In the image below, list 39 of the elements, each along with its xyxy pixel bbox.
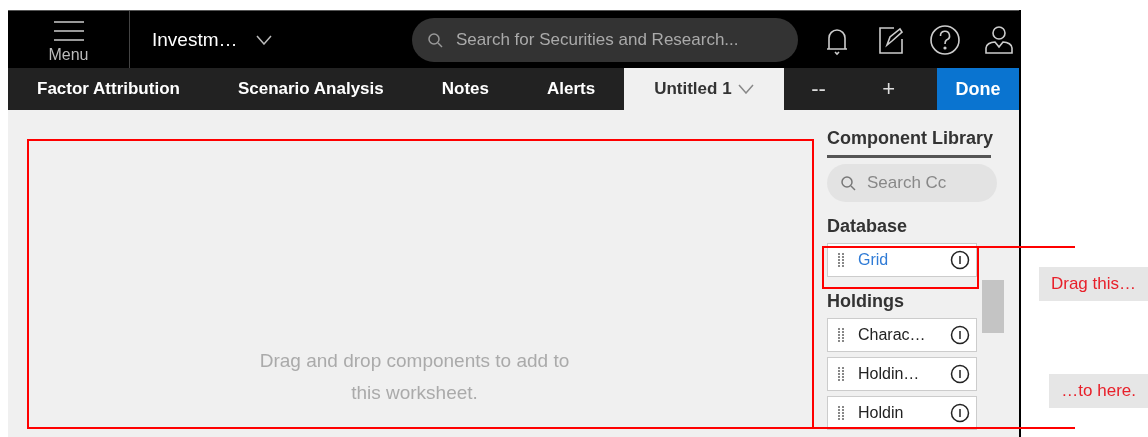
library-title: Component Library (827, 128, 991, 158)
grip-icon (838, 367, 844, 381)
component-item[interactable]: Holdin (827, 396, 977, 430)
info-icon[interactable] (950, 364, 970, 384)
scrollbar-thumb[interactable] (982, 280, 1004, 333)
add-tab-button[interactable]: + (853, 68, 924, 110)
empty-message: Drag and drop components to add to this worksheet. (258, 349, 571, 405)
help-icon[interactable] (928, 22, 962, 57)
callout-label: Drag this… (1038, 267, 1148, 301)
grip-icon (838, 328, 844, 342)
grip-icon (838, 253, 844, 267)
tab[interactable]: Notes (412, 68, 518, 110)
info-icon[interactable] (950, 250, 970, 270)
component-item[interactable]: Holdin… (827, 357, 977, 391)
component-label: Charac… (858, 326, 927, 344)
search-icon (428, 32, 443, 48)
section-title: Holdings (827, 291, 905, 312)
callout-label: …to here. (1049, 374, 1148, 408)
grip-icon (838, 406, 844, 420)
info-icon[interactable] (950, 325, 970, 345)
search-icon (841, 176, 856, 191)
component-label: Holdin (858, 404, 905, 422)
library-search-field[interactable]: Search Cc (827, 164, 997, 202)
chevron-down-icon[interactable] (255, 34, 272, 45)
section-title: Database (827, 216, 909, 237)
tab[interactable]: Untitled 1 (624, 68, 784, 110)
search-field[interactable]: Search for Securities and Research... (412, 17, 798, 62)
component-item[interactable]: Charac… (827, 318, 977, 352)
info-icon[interactable] (950, 403, 970, 423)
component-label: Grid (858, 251, 890, 269)
menu-icon (53, 20, 84, 42)
more-button[interactable]: -- (783, 68, 854, 110)
workspace-dropdown[interactable]: Investm… (152, 28, 412, 51)
tab[interactable]: Factor Attribution (8, 68, 209, 110)
tab[interactable]: Alerts (517, 68, 625, 110)
done-button[interactable]: Done (937, 68, 1019, 110)
component-item[interactable]: Grid (827, 243, 977, 277)
component-label: Holdin… (858, 365, 921, 383)
tab[interactable]: Scenario Analysis (208, 68, 413, 110)
